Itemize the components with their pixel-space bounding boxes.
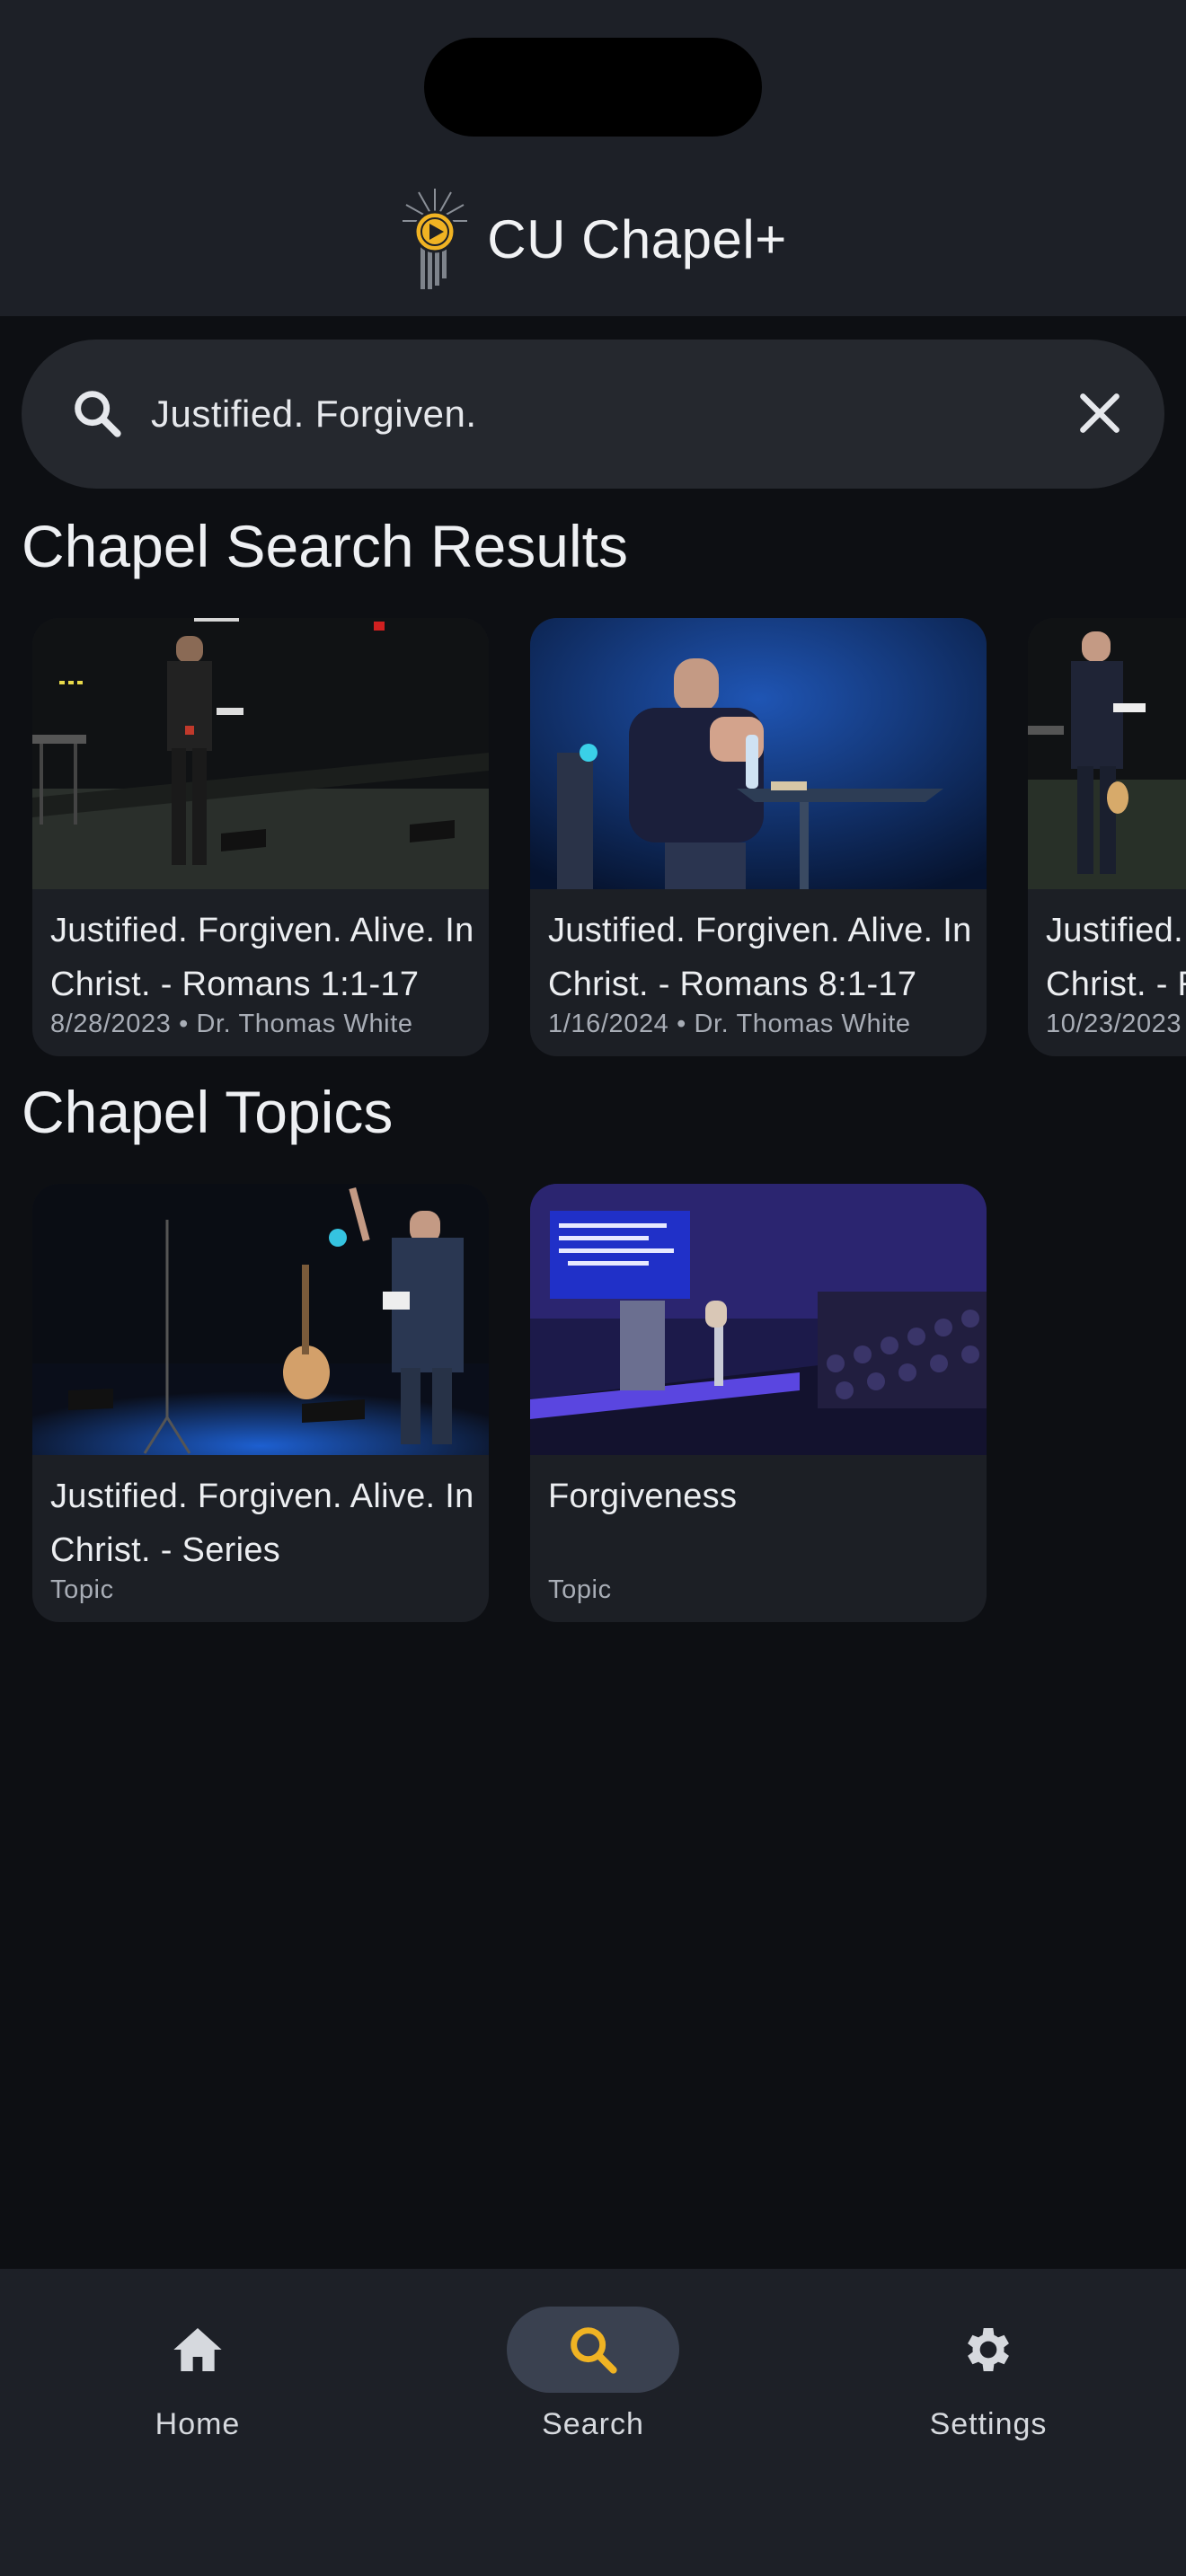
search-icon xyxy=(571,2327,617,2374)
app-header: CU Chapel+ xyxy=(0,0,1186,316)
result-card[interactable]: Justified. Forgiven. Alive. In Christ. -… xyxy=(530,618,987,1056)
result-card[interactable]: Justified. Forgiven. Alive. In Christ. -… xyxy=(1028,618,1186,1056)
topic-thumbnail xyxy=(530,1184,987,1455)
topics-heading: Chapel Topics xyxy=(22,1079,394,1145)
topic-type-label: Topic xyxy=(548,1575,612,1604)
search-bar[interactable] xyxy=(22,340,1164,489)
bottom-nav: Home Search Settings xyxy=(0,2269,1186,2576)
nav-settings[interactable]: Settings xyxy=(854,2269,1123,2484)
topics-row[interactable]: Justified. Forgiven. Alive. In Christ. -… xyxy=(0,1184,1186,1624)
result-card[interactable]: Justified. Forgiven. Alive. In Christ. -… xyxy=(32,618,489,1056)
camera-notch xyxy=(424,38,762,137)
home-icon xyxy=(173,2328,222,2371)
topic-thumbnail xyxy=(32,1184,489,1455)
result-title: Justified. Forgiven. Alive. In Christ. -… xyxy=(548,912,972,1003)
topic-card[interactable]: Forgiveness Topic xyxy=(530,1184,987,1622)
video-thumbnail xyxy=(530,618,987,889)
gear-icon xyxy=(968,2328,1009,2371)
topic-type-label: Topic xyxy=(50,1575,114,1604)
result-meta: 1/16/2024 • Dr. Thomas White xyxy=(548,1010,911,1038)
search-results-row[interactable]: Justified. Forgiven. Alive. In Christ. -… xyxy=(0,618,1186,1058)
brand: CU Chapel+ xyxy=(0,185,1186,293)
result-meta: 8/28/2023 • Dr. Thomas White xyxy=(50,1010,413,1038)
topic-title: Justified. Forgiven. Alive. In Christ. -… xyxy=(50,1478,474,1569)
video-thumbnail xyxy=(32,618,489,889)
topic-card[interactable]: Justified. Forgiven. Alive. In Christ. -… xyxy=(32,1184,489,1622)
result-meta: 10/23/2023 • Dr. Thomas White xyxy=(1046,1010,1186,1038)
search-icon xyxy=(75,391,121,437)
nav-settings-label: Settings xyxy=(929,2407,1048,2441)
search-results-heading: Chapel Search Results xyxy=(22,513,629,579)
app-title: CU Chapel+ xyxy=(487,208,787,269)
nav-home[interactable]: Home xyxy=(63,2269,332,2484)
nav-search[interactable]: Search xyxy=(458,2269,728,2484)
video-thumbnail xyxy=(1028,618,1186,889)
search-input[interactable] xyxy=(151,375,1049,453)
app-logo-icon xyxy=(403,189,468,289)
nav-search-label: Search xyxy=(542,2407,644,2441)
close-icon[interactable] xyxy=(1071,384,1128,442)
result-title: Justified. Forgiven. Alive. In Christ. -… xyxy=(1046,912,1186,1003)
nav-home-label: Home xyxy=(155,2407,241,2441)
result-title: Justified. Forgiven. Alive. In Christ. -… xyxy=(50,912,474,1003)
topic-title: Forgiveness xyxy=(548,1478,738,1515)
